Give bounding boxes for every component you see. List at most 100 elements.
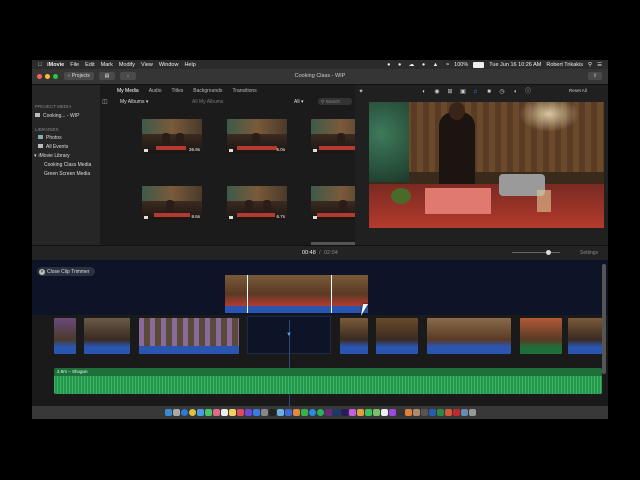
music-icon[interactable] (236, 409, 244, 416)
magic-wand-icon[interactable]: ✦ (358, 89, 364, 95)
podcasts-icon[interactable] (388, 409, 396, 416)
tab-transitions[interactable]: Transitions (227, 85, 261, 96)
menu-edit[interactable]: Edit (85, 62, 94, 68)
facetime-icon[interactable] (364, 409, 372, 416)
powerpoint-icon[interactable] (444, 409, 452, 416)
tv-icon[interactable] (396, 409, 404, 416)
premiere-icon[interactable] (340, 409, 348, 416)
zoom-icon[interactable] (308, 409, 316, 416)
battery-icon[interactable] (473, 61, 485, 68)
close-clip-trimmer-button[interactable]: × Close Clip Trimmer (37, 267, 95, 276)
sidebar-item-library[interactable]: ▾ iMovie Library (34, 153, 70, 159)
settings-button[interactable]: Settings (580, 250, 598, 256)
tab-titles[interactable]: Titles (166, 85, 188, 96)
menu-view[interactable]: View (141, 62, 153, 68)
terminal-icon[interactable] (268, 409, 276, 416)
media-clip[interactable]: 6.7s (227, 186, 287, 220)
trash-icon[interactable] (468, 409, 476, 416)
star-app-icon[interactable] (348, 409, 356, 416)
sidebar-item-event-cooking[interactable]: Cooking Class Media (44, 162, 91, 168)
menu-window[interactable]: Window (159, 62, 179, 68)
timeline-clip[interactable] (568, 318, 602, 354)
mail-icon[interactable] (196, 409, 204, 416)
calculator-icon[interactable] (420, 409, 428, 416)
preview-icon[interactable] (276, 409, 284, 416)
zoom-slider-thumb[interactable] (546, 250, 551, 255)
media-clip[interactable]: 26.9s (142, 119, 202, 153)
share-button[interactable]: ⇧ (588, 72, 602, 80)
spotify-icon[interactable] (316, 409, 324, 416)
color-balance-icon[interactable]: ◐ (421, 89, 427, 95)
menu-modify[interactable]: Modify (119, 62, 135, 68)
maps-icon[interactable] (372, 409, 380, 416)
stabilization-icon[interactable]: ▣ (460, 89, 466, 95)
battery-percent[interactable]: 100% (454, 62, 468, 68)
user-name[interactable]: Robert Trikakis (546, 62, 583, 68)
books-icon[interactable] (404, 409, 412, 416)
garageband-icon[interactable] (356, 409, 364, 416)
apple-icon[interactable]:  (38, 62, 42, 68)
status-icons[interactable]: ● ● ☁ ● ▲ (387, 62, 441, 68)
filter-select[interactable]: All ▾ (294, 99, 303, 105)
background-music-track[interactable]: 2.9m – Shogun (54, 368, 602, 394)
chrome-icon[interactable] (188, 409, 196, 416)
tab-my-media[interactable]: My Media (112, 85, 144, 96)
timeline-clip[interactable] (340, 318, 368, 354)
settings-icon[interactable] (260, 409, 268, 416)
calendar-icon[interactable] (220, 409, 228, 416)
slack-icon[interactable] (324, 409, 332, 416)
clock[interactable]: Tue Jun 16 10:26 AM (489, 62, 541, 68)
crop-icon[interactable]: ⊞ (447, 89, 453, 95)
safari-icon[interactable] (180, 409, 188, 416)
media-clip[interactable]: 5.0s (227, 119, 287, 153)
speed-icon[interactable]: ◷ (499, 89, 505, 95)
timeline-clip[interactable] (520, 318, 562, 354)
info-icon[interactable]: ⓘ (525, 89, 531, 95)
tab-backgrounds[interactable]: Backgrounds (188, 85, 227, 96)
pages-icon[interactable] (292, 409, 300, 416)
menu-help[interactable]: Help (184, 62, 195, 68)
photos-icon[interactable] (212, 409, 220, 416)
menu-file[interactable]: File (70, 62, 79, 68)
noise-reduction-icon[interactable]: ■ (486, 89, 492, 95)
sidebar-toggle-icon[interactable]: ◫ (102, 98, 108, 105)
sidebar-item-project[interactable]: Cooking... - WIP (35, 113, 79, 119)
timeline-clip[interactable] (54, 318, 76, 354)
volume-icon[interactable]: ♬ (473, 89, 479, 95)
sidebar-item-all-events[interactable]: All Events (38, 144, 68, 150)
albums-selector[interactable]: My Albums ▾ (120, 99, 148, 105)
timeline-clip[interactable] (84, 318, 130, 354)
trim-handle-start[interactable] (247, 275, 248, 313)
video-preview[interactable] (369, 102, 604, 228)
media-clip[interactable]: 8.6s (142, 186, 202, 220)
zoom-slider[interactable] (512, 250, 560, 255)
reset-all-button[interactable]: Reset All (569, 88, 587, 93)
control-center-icon[interactable]: ☰ (597, 62, 602, 68)
notes-icon[interactable] (228, 409, 236, 416)
excel-icon[interactable] (436, 409, 444, 416)
color-correction-icon[interactable]: ◉ (434, 89, 440, 95)
photoshop-icon[interactable] (332, 409, 340, 416)
reminders-icon[interactable] (380, 409, 388, 416)
imovie-icon[interactable] (244, 409, 252, 416)
app-store-icon[interactable] (252, 409, 260, 416)
numbers-icon[interactable] (300, 409, 308, 416)
search-icon[interactable]: ⚲ (588, 62, 592, 68)
menu-app-name[interactable]: iMovie (47, 62, 64, 68)
launchpad-icon[interactable] (172, 409, 180, 416)
wifi-icon[interactable]: ≈ (446, 62, 449, 68)
sidebar-item-event-green-screen[interactable]: Green Screen Media (44, 171, 90, 177)
search-field[interactable]: ⚲ Search (318, 98, 352, 105)
clip-filter-icon[interactable]: ◖ (512, 89, 518, 95)
timeline-scrollbar[interactable] (602, 264, 606, 374)
timeline-clip[interactable] (376, 318, 418, 354)
messages-icon[interactable] (204, 409, 212, 416)
downloads-icon[interactable] (460, 409, 468, 416)
word-icon[interactable] (428, 409, 436, 416)
sidebar-item-photos[interactable]: Photos (38, 135, 62, 141)
timeline-clip[interactable] (427, 318, 511, 354)
keynote-icon[interactable] (284, 409, 292, 416)
acrobat-icon[interactable] (452, 409, 460, 416)
contacts-icon[interactable] (412, 409, 420, 416)
menu-mark[interactable]: Mark (101, 62, 113, 68)
